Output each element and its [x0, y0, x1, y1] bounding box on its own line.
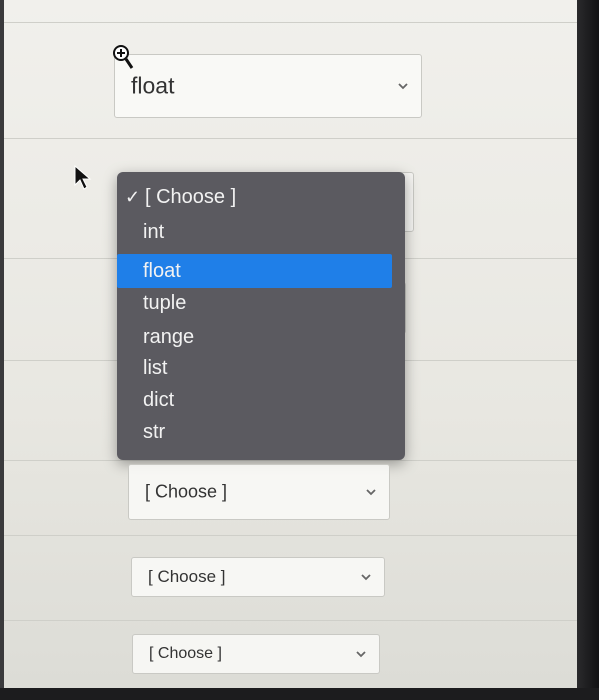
screen-bezel-bottom: [0, 688, 599, 700]
select-value: [ Choose ]: [148, 567, 226, 586]
option-label: dict: [143, 389, 175, 411]
chevron-down-icon: [361, 574, 371, 581]
chevron-down-icon: [366, 489, 376, 496]
option-label: int: [143, 221, 165, 243]
chevron-down-icon: [356, 651, 366, 658]
select-value: float: [131, 72, 175, 99]
option-tuple[interactable]: tuple: [117, 286, 405, 320]
divider: [4, 620, 577, 621]
option-label: str: [143, 421, 166, 443]
option-label: float: [143, 260, 181, 282]
option-list[interactable]: list: [117, 351, 405, 385]
chevron-down-icon: [398, 83, 408, 90]
option-float[interactable]: float: [117, 254, 392, 288]
answer-select-7[interactable]: [ Choose ]: [132, 634, 380, 674]
answer-select-5[interactable]: [ Choose ]: [128, 464, 390, 520]
option-label: tuple: [143, 292, 187, 314]
arrow-cursor-icon: [74, 165, 92, 190]
select-value: [ Choose ]: [145, 481, 228, 502]
divider: [4, 460, 577, 461]
option-range[interactable]: range: [117, 320, 405, 354]
divider: [4, 535, 577, 536]
option-choose[interactable]: ✓[ Choose ]: [117, 180, 405, 214]
answer-select-6[interactable]: [ Choose ]: [131, 557, 385, 597]
option-dict[interactable]: dict: [117, 383, 405, 417]
option-label: [ Choose ]: [145, 186, 237, 208]
select-value: [ Choose ]: [149, 645, 222, 662]
answer-select-1[interactable]: float: [114, 54, 422, 118]
dropdown-menu[interactable]: ✓[ Choose ] int float tuple range list d…: [117, 172, 405, 460]
option-label: range: [143, 326, 195, 348]
divider: [4, 22, 577, 23]
option-label: list: [143, 357, 168, 379]
screen-bezel-right: [577, 0, 599, 700]
option-int[interactable]: int: [117, 215, 405, 249]
option-str[interactable]: str: [117, 415, 405, 449]
zoom-in-cursor-icon: [113, 45, 134, 69]
checkmark-icon: ✓: [125, 187, 141, 207]
divider: [4, 138, 577, 139]
